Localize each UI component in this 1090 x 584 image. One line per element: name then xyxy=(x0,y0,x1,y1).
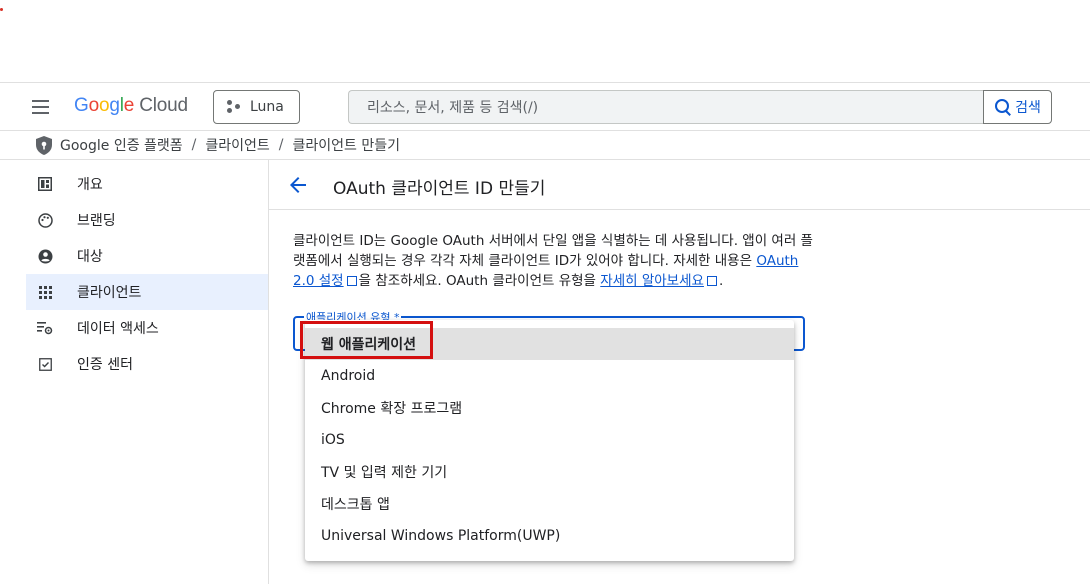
sidebar-divider xyxy=(268,160,269,584)
sidebar-item-data-access[interactable]: 데이터 액세스 xyxy=(26,310,268,346)
data-settings-icon xyxy=(36,319,54,337)
external-link-icon xyxy=(706,276,717,286)
description-text: 클라이언트 ID는 Google OAuth 서버에서 단일 앱을 식별하는 데… xyxy=(293,231,813,291)
marker-dot xyxy=(0,8,3,11)
learn-more-link-label: 자세히 알아보세요 xyxy=(600,273,704,289)
description-part-3: . xyxy=(718,273,724,289)
project-picker-button[interactable]: Luna xyxy=(213,90,300,124)
learn-more-link[interactable]: 자세히 알아보세요 xyxy=(600,273,719,289)
verified-check-icon xyxy=(36,355,54,373)
option-web-application[interactable]: 웹 애플리케이션 xyxy=(305,328,794,360)
dashboard-icon xyxy=(36,175,54,193)
option-desktop-app[interactable]: 데스크톱 앱 xyxy=(305,488,794,520)
option-android[interactable]: Android xyxy=(305,360,794,392)
google-cloud-logo[interactable]: Google Cloud xyxy=(74,95,188,117)
breadcrumb-separator: / xyxy=(278,137,284,153)
sidebar-item-label: 클라이언트 xyxy=(77,285,142,301)
sidebar-item-label: 인증 센터 xyxy=(77,357,133,373)
application-type-dropdown: 웹 애플리케이션 Android Chrome 확장 프로그램 iOS TV 및… xyxy=(305,320,794,561)
palette-icon xyxy=(36,211,54,229)
option-ios[interactable]: iOS xyxy=(305,424,794,456)
search-button[interactable]: 검색 xyxy=(983,90,1052,124)
sidebar-item-overview[interactable]: 개요 xyxy=(26,166,268,202)
description-part-1: 클라이언트 ID는 Google OAuth 서버에서 단일 앱을 식별하는 데… xyxy=(293,233,813,269)
option-chrome-extension[interactable]: Chrome 확장 프로그램 xyxy=(305,392,794,424)
sidebar-item-label: 개요 xyxy=(77,177,103,193)
page-title: OAuth 클라이언트 ID 만들기 xyxy=(333,179,546,199)
breadcrumb-separator: / xyxy=(191,137,197,153)
sidebar-item-audience[interactable]: 대상 xyxy=(26,238,268,274)
search-placeholder: 리소스, 문서, 제품 등 검색(/) xyxy=(367,100,539,116)
search-input[interactable]: 리소스, 문서, 제품 등 검색(/) xyxy=(348,90,983,124)
sidebar-nav: 개요 브랜딩 대상 클라이언트 데이터 액세스 인증 센터 xyxy=(26,166,268,382)
search-icon xyxy=(994,98,1012,116)
description-part-2: 을 참조하세요. OAuth 클라이언트 유형을 xyxy=(358,273,596,289)
sidebar-item-label: 데이터 액세스 xyxy=(77,321,159,337)
logo-cloud-text: Cloud xyxy=(139,95,188,116)
sidebar-item-clients[interactable]: 클라이언트 xyxy=(26,274,268,310)
breadcrumb-item-auth-platform[interactable]: Google 인증 플랫폼 xyxy=(60,135,183,155)
search-button-label: 검색 xyxy=(1015,100,1041,116)
apps-grid-icon xyxy=(36,283,54,301)
logo-google-text: Google xyxy=(74,95,135,116)
hamburger-menu-icon[interactable] xyxy=(28,97,52,117)
project-dots-icon xyxy=(226,100,242,114)
sidebar-item-label: 대상 xyxy=(77,249,103,265)
back-arrow-icon[interactable] xyxy=(286,173,310,197)
breadcrumb-item-clients[interactable]: 클라이언트 xyxy=(205,135,269,155)
page-header: OAuth 클라이언트 ID 만들기 xyxy=(269,160,1090,210)
sidebar-item-verification-center[interactable]: 인증 센터 xyxy=(26,346,268,382)
option-tv-limited-input[interactable]: TV 및 입력 제한 기기 xyxy=(305,456,794,488)
top-bar: Google Cloud Luna 리소스, 문서, 제품 등 검색(/) 검색 xyxy=(0,82,1090,130)
sidebar-item-label: 브랜딩 xyxy=(77,213,116,229)
project-name: Luna xyxy=(250,99,284,115)
external-link-icon xyxy=(346,276,357,286)
option-uwp[interactable]: Universal Windows Platform(UWP) xyxy=(305,520,794,552)
shield-key-icon xyxy=(36,135,52,155)
breadcrumb-item-create-client: 클라이언트 만들기 xyxy=(292,138,401,154)
breadcrumb: Google 인증 플랫폼 / 클라이언트 / 클라이언트 만들기 xyxy=(0,130,1090,160)
sidebar-item-branding[interactable]: 브랜딩 xyxy=(26,202,268,238)
account-circle-icon xyxy=(36,247,54,265)
